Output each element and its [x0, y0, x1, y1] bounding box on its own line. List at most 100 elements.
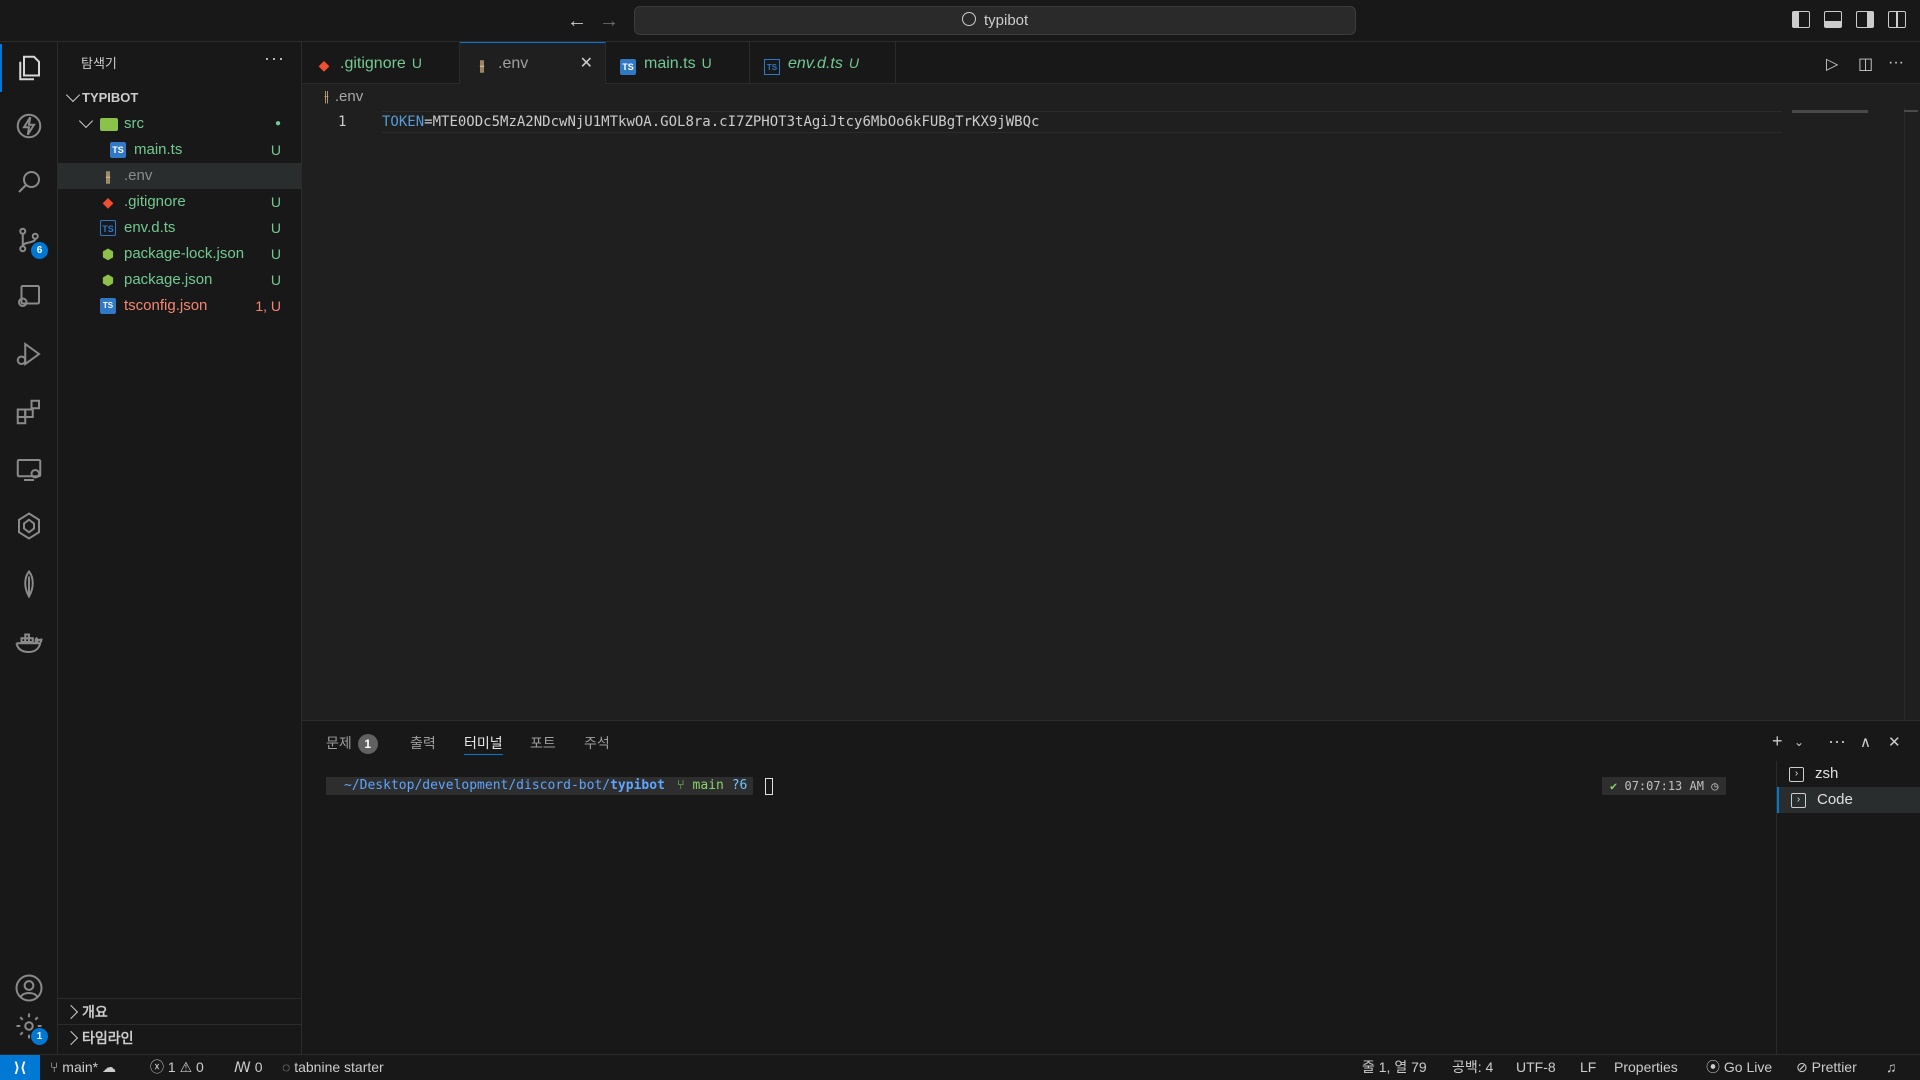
terminal-view[interactable]: ~/Desktop/development/discord-bot/typibo… — [302, 771, 1776, 1055]
cursor-position[interactable]: 줄 1, 열 79 — [1362, 1055, 1427, 1080]
typescript-definition-icon: TS — [764, 59, 780, 75]
tab-env-d-ts[interactable]: TS env.d.ts U — [750, 42, 896, 84]
breadcrumb[interactable]: ⫲ .env — [324, 86, 363, 108]
file-name: tsconfig.json — [124, 297, 208, 314]
toggle-secondary-sidebar-icon[interactable] — [1856, 11, 1874, 28]
npm-file-icon: ⬢ — [101, 246, 115, 262]
mongodb-leaf-icon[interactable] — [0, 560, 58, 608]
terminal-label: zsh — [1815, 765, 1839, 782]
tab-ports[interactable]: 포트 — [530, 732, 556, 754]
project-folder-header[interactable]: TYPIBOT — [58, 85, 301, 111]
title-bar: ← → typibot — [0, 0, 1920, 42]
forward-arrow-icon[interactable]: → — [596, 8, 622, 34]
activity-bar: 6 1 — [0, 42, 58, 1054]
tabnine-label: tabnine starter — [294, 1059, 384, 1075]
explorer-icon[interactable] — [0, 44, 58, 92]
prompt-git: ⑂ main ?6 — [670, 777, 754, 795]
maximize-panel-icon[interactable]: ∧ — [1860, 733, 1871, 751]
file-status: U — [270, 194, 281, 210]
kubernetes-icon[interactable] — [0, 502, 58, 550]
terminal-item-code[interactable]: › Code — [1777, 787, 1920, 813]
remote-explorer-icon[interactable] — [0, 446, 58, 494]
tab-main-ts[interactable]: TS main.ts U — [606, 42, 750, 84]
tab-label: env.d.ts — [788, 55, 843, 72]
warning-icon: ⚠ — [179, 1059, 197, 1075]
tree-item-env-d-ts[interactable]: TS env.d.ts U — [58, 215, 301, 241]
terminal-list: › zsh › Code — [1776, 761, 1920, 1055]
tree-item-env[interactable]: ⫲ .env — [58, 163, 301, 189]
remote-debug-icon[interactable] — [0, 272, 58, 320]
tab-env[interactable]: ⫲ .env ✕ — [460, 42, 606, 84]
remote-indicator-icon[interactable]: ⟩⟨ — [0, 1055, 40, 1080]
customize-layout-icon[interactable] — [1888, 11, 1906, 28]
close-icon[interactable]: ✕ — [580, 43, 593, 85]
encoding[interactable]: UTF-8 — [1516, 1055, 1556, 1080]
tab-output[interactable]: 출력 — [410, 732, 436, 754]
lightning-icon[interactable] — [0, 102, 58, 150]
extensions-icon[interactable] — [0, 388, 58, 436]
notifications-bell-icon[interactable]: ♫ — [1886, 1055, 1897, 1080]
chevron-down-icon[interactable]: ⌄ — [1794, 735, 1804, 749]
tab-label: 문제 — [326, 735, 352, 751]
toggle-panel-icon[interactable] — [1824, 11, 1842, 28]
tree-item-package-json[interactable]: ⬢ package.json U — [58, 267, 301, 293]
source-control-badge: 6 — [31, 242, 48, 259]
command-center-label: typibot — [983, 12, 1029, 29]
problems-status[interactable]: ⓧ 1 ⚠ 0 — [150, 1055, 204, 1080]
timeline-section[interactable]: 타임라인 — [58, 1024, 301, 1050]
git-branch-icon: ⑂ — [50, 1059, 63, 1075]
docker-icon[interactable] — [0, 618, 58, 666]
go-live-button[interactable]: ⦿ Go Live — [1706, 1055, 1772, 1080]
file-name: .env — [124, 167, 153, 184]
chevron-down-icon — [78, 113, 94, 129]
back-arrow-icon[interactable]: ← — [564, 8, 590, 34]
more-actions-icon[interactable]: ··· — [1888, 54, 1904, 72]
right-prompt: ✔ 07:07:13 AM ◷ — [1602, 777, 1727, 795]
code-line[interactable]: TOKEN=MTE0ODc5MzA2NDcwNjU1MTkwOA.GOL8ra.… — [382, 111, 1039, 133]
chevron-right-icon — [63, 1004, 79, 1020]
language-mode[interactable]: Properties — [1614, 1055, 1678, 1080]
tab-terminal[interactable]: 터미널 — [464, 732, 503, 755]
close-panel-icon[interactable]: ✕ — [1888, 733, 1901, 751]
status-bar: ⟩⟨ ⑂ main* ☁ ⓧ 1 ⚠ 0 ꟿ 0 ◌ tabnine start… — [0, 1054, 1920, 1080]
tree-item-src[interactable]: src ● — [58, 111, 301, 137]
ports-status[interactable]: ꟿ 0 — [234, 1055, 262, 1080]
tab-problems[interactable]: 문제 1 — [326, 732, 378, 754]
tabnine-status[interactable]: ◌ tabnine starter — [282, 1055, 384, 1080]
minimap[interactable] — [1792, 110, 1868, 113]
run-and-debug-icon[interactable] — [0, 330, 58, 378]
file-status: 1, U — [255, 298, 281, 314]
toggle-primary-sidebar-icon[interactable] — [1792, 11, 1810, 28]
git-branch-status[interactable]: ⑂ main* ☁ — [50, 1055, 116, 1080]
split-editor-icon[interactable]: ◫ — [1858, 54, 1873, 74]
run-icon[interactable]: ▷ — [1826, 54, 1838, 74]
code-editor[interactable]: 1 TOKEN=MTE0ODc5MzA2NDcwNjU1MTkwOA.GOL8r… — [302, 108, 1906, 720]
more-actions-icon[interactable]: ··· — [1828, 731, 1846, 752]
prettier-status[interactable]: ⊘ Prettier — [1796, 1055, 1857, 1080]
tree-item-tsconfig-json[interactable]: TS tsconfig.json 1, U — [58, 293, 301, 319]
tab-comments[interactable]: 주석 — [584, 732, 610, 754]
tree-item-package-lock-json[interactable]: ⬢ package-lock.json U — [58, 241, 301, 267]
indentation[interactable]: 공백: 4 — [1452, 1055, 1493, 1080]
git-file-icon: ◆ — [318, 57, 330, 73]
terminal-item-zsh[interactable]: › zsh — [1777, 761, 1920, 787]
more-actions-icon[interactable]: ··· — [264, 48, 285, 69]
file-status: U — [270, 246, 281, 262]
tab-gitignore[interactable]: ◆ .gitignore U — [302, 42, 460, 84]
folder-icon — [100, 118, 118, 131]
tree-item-main-ts[interactable]: TS main.ts U — [58, 137, 301, 163]
command-center-search[interactable]: typibot — [634, 6, 1356, 35]
chevron-right-icon — [63, 1030, 79, 1046]
editor-scrollbar[interactable] — [1904, 108, 1918, 720]
tree-item-gitignore[interactable]: ◆ .gitignore U — [58, 189, 301, 215]
source-control-icon[interactable]: 6 — [0, 216, 58, 264]
new-terminal-icon[interactable]: + — [1772, 731, 1783, 752]
settings-gear-icon[interactable]: 1 — [0, 1002, 58, 1050]
search-icon[interactable] — [0, 158, 58, 206]
file-name: package.json — [124, 271, 213, 288]
outline-section[interactable]: 개요 — [58, 998, 301, 1024]
end-of-line[interactable]: LF — [1580, 1055, 1596, 1080]
env-file-icon: ⫲ — [479, 57, 485, 73]
settings-badge: 1 — [31, 1028, 48, 1045]
ports-count: 0 — [254, 1059, 263, 1075]
